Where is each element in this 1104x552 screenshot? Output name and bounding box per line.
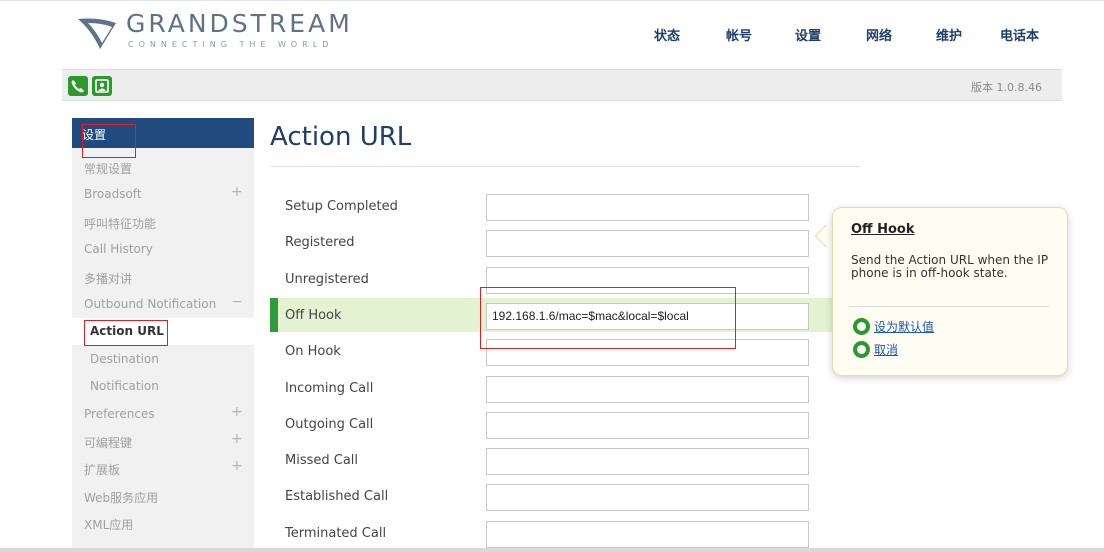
nav-phonebook[interactable]: 电话本 <box>1000 25 1039 44</box>
nav-network[interactable]: 网络 <box>866 25 892 44</box>
sidebar-item-label: XML应用 <box>84 518 134 533</box>
sidebar-item-label: Broadsoft <box>84 187 142 202</box>
logo-swoosh-icon <box>78 18 116 49</box>
sidebar-item-label: Preferences <box>84 406 155 421</box>
sidebar-item-label: 可编程键 <box>84 436 133 450</box>
expand-icon[interactable]: + <box>231 404 243 420</box>
set-default-link[interactable]: 设为默认值 <box>853 318 934 335</box>
sidebar-item[interactable]: Call History <box>72 236 254 263</box>
field-label: Off Hook <box>285 307 342 323</box>
set-default-label: 设为默认值 <box>874 320 935 334</box>
page-title: Action URL <box>270 122 412 152</box>
sidebar-item[interactable]: Preferences + <box>72 401 254 428</box>
expand-icon[interactable]: + <box>231 431 243 447</box>
form-row: Unregistered <box>270 262 860 296</box>
sidebar-item[interactable]: XML应用 <box>72 510 254 537</box>
form-row: Registered <box>270 225 860 259</box>
sub-header-bar: 版本 1.0.8.46 <box>62 69 1062 101</box>
reset-icon <box>853 318 870 335</box>
url-input[interactable] <box>486 194 809 221</box>
sidebar-item[interactable]: Broadsoft + <box>72 181 254 208</box>
url-input[interactable] <box>486 484 809 512</box>
sidebar-item[interactable]: 扩展板 + <box>72 455 254 482</box>
field-label: Unregistered <box>285 271 369 287</box>
cancel-icon <box>853 341 870 358</box>
field-label: Terminated Call <box>285 525 387 541</box>
sidebar-item-label: Outbound Notification <box>84 297 217 311</box>
footer-divider <box>0 548 1104 552</box>
sidebar-item[interactable]: Web服务应用 <box>72 483 254 510</box>
form-row: Off Hook <box>270 297 860 332</box>
grandstream-logo: GRANDSTREAM CONNECTING THE WORLD <box>76 7 376 59</box>
phone-icon[interactable] <box>68 76 88 96</box>
sidebar-item-label: 扩展板 <box>84 463 121 478</box>
logo-tagline: CONNECTING THE WORLD <box>128 40 334 49</box>
cancel-link[interactable]: 取消 <box>853 341 898 358</box>
sidebar-item-label: Notification <box>90 379 159 394</box>
field-label: Registered <box>285 235 355 251</box>
sidebar-item-label: Destination <box>90 351 159 366</box>
form-row: Established Call <box>270 479 860 513</box>
sidebar-item[interactable]: 常规设置 <box>72 154 254 181</box>
form-row: Incoming Call <box>270 371 860 405</box>
sidebar-item[interactable]: 可编程键 + <box>72 428 254 455</box>
firmware-version: 版本 1.0.8.46 <box>971 81 1042 94</box>
sidebar-item-label: Web服务应用 <box>84 490 159 505</box>
field-label: Missed Call <box>285 453 359 469</box>
sidebar-item[interactable]: Outbound Notification − <box>72 291 254 318</box>
sidebar-item-label: Call History <box>84 242 153 257</box>
form-row: Missed Call <box>270 443 860 477</box>
sidebar-item-label: 常规设置 <box>84 162 133 176</box>
sidebar-header-label: 设置 <box>82 128 107 142</box>
nav-account[interactable]: 帐号 <box>726 25 752 44</box>
sidebar-item-label: Action URL <box>90 324 164 339</box>
url-input[interactable] <box>486 448 809 476</box>
nav-maintenance[interactable]: 维护 <box>936 25 962 44</box>
url-input[interactable] <box>486 411 809 439</box>
expand-icon[interactable]: + <box>231 184 243 200</box>
sidebar: 设置 常规设置 Broadsoft + 呼叫特征功能 Call History 多播对讲 O… <box>72 118 254 548</box>
nav-settings[interactable]: 设置 <box>795 25 821 44</box>
field-label: Outgoing Call <box>285 416 374 432</box>
url-input[interactable] <box>486 302 809 330</box>
field-label: Established Call <box>285 489 389 505</box>
help-tooltip: Off Hook Send the Action URL when the IP… <box>832 207 1068 376</box>
field-label: On Hook <box>285 344 341 360</box>
form-row: On Hook <box>270 334 860 368</box>
form-row: Setup Completed <box>270 189 860 223</box>
sidebar-item[interactable]: Notification <box>72 373 254 400</box>
logo-text: GRANDSTREAM <box>126 9 353 38</box>
sidebar-item-label: 呼叫特征功能 <box>84 216 157 231</box>
cancel-label: 取消 <box>874 343 899 357</box>
collapse-icon[interactable]: − <box>231 294 243 310</box>
nav-status[interactable]: 状态 <box>654 25 680 44</box>
url-input[interactable] <box>486 266 809 294</box>
tooltip-title: Off Hook <box>851 222 915 237</box>
url-input[interactable] <box>486 339 809 367</box>
form-row: Outgoing Call <box>270 407 860 441</box>
url-input[interactable] <box>486 230 809 258</box>
sidebar-item[interactable]: Destination <box>72 346 254 373</box>
sidebar-item[interactable]: Action URL <box>72 318 254 346</box>
form-row: Terminated Call <box>270 516 860 550</box>
url-input[interactable] <box>486 520 809 548</box>
sidebar-item[interactable]: 多播对讲 <box>72 264 254 291</box>
tooltip-divider <box>849 306 1049 307</box>
field-label: Incoming Call <box>285 380 374 396</box>
title-divider <box>270 166 860 167</box>
tooltip-description: Send the Action URL when the IP phone is… <box>851 253 1049 280</box>
contacts-icon[interactable] <box>92 76 112 96</box>
top-header: GRANDSTREAM CONNECTING THE WORLD 状态 帐号 设… <box>0 0 1104 68</box>
expand-icon[interactable]: + <box>231 458 243 474</box>
url-input[interactable] <box>486 375 809 403</box>
sidebar-item-label: 多播对讲 <box>84 271 133 286</box>
sidebar-header[interactable]: 设置 <box>72 118 254 148</box>
sidebar-item[interactable]: 呼叫特征功能 <box>72 209 254 236</box>
field-label: Setup Completed <box>285 199 398 214</box>
